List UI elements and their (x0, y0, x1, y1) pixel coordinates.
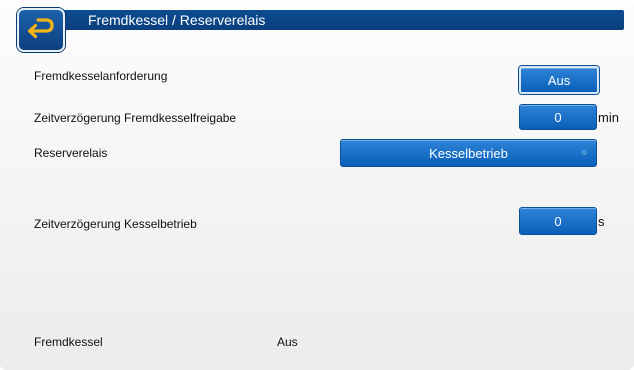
zeitverzoegerung-fremdkesselfreigabe-input[interactable]: 0 (519, 104, 597, 130)
reserverelais-label: Reserverelais (34, 146, 108, 160)
title-bar: Fremdkessel / Reserverelais (58, 10, 624, 30)
zeitverzoegerung-kesselbetrieb-input[interactable]: 0 (519, 207, 597, 235)
reserverelais-value: Kesselbetrieb (429, 145, 508, 161)
fremdkessel-status-label: Fremdkessel (34, 335, 103, 349)
reserverelais-dropdown[interactable]: Kesselbetrieb ○ (340, 139, 597, 167)
fremdkesselanforderung-label: Fremdkesselanforderung (34, 69, 168, 83)
zeitverzoegerung-kesselbetrieb-label: Zeitverzögerung Kesselbetrieb (34, 217, 197, 231)
zeitverzoegerung-kesselbetrieb-unit: s (598, 214, 605, 229)
back-button[interactable] (17, 8, 65, 52)
back-arrow-icon (27, 18, 54, 39)
zeitverzoegerung-fremdkesselfreigabe-label: Zeitverzögerung Fremdkesselfreigabe (34, 111, 237, 125)
page-title: Fremdkessel / Reserverelais (88, 12, 266, 28)
fremdkesselanforderung-toggle[interactable]: Aus (519, 66, 599, 94)
fremdkessel-status-value: Aus (277, 335, 298, 349)
zeitverzoegerung-fremdkesselfreigabe-value: 0 (554, 109, 562, 125)
zeitverzoegerung-fremdkesselfreigabe-unit: min (598, 110, 619, 125)
zeitverzoegerung-kesselbetrieb-value: 0 (554, 213, 562, 229)
settings-screen: Fremdkessel / Reserverelais Fremdkessela… (0, 0, 634, 370)
dropdown-indicator-icon: ○ (581, 147, 587, 157)
fremdkesselanforderung-value: Aus (547, 72, 571, 88)
